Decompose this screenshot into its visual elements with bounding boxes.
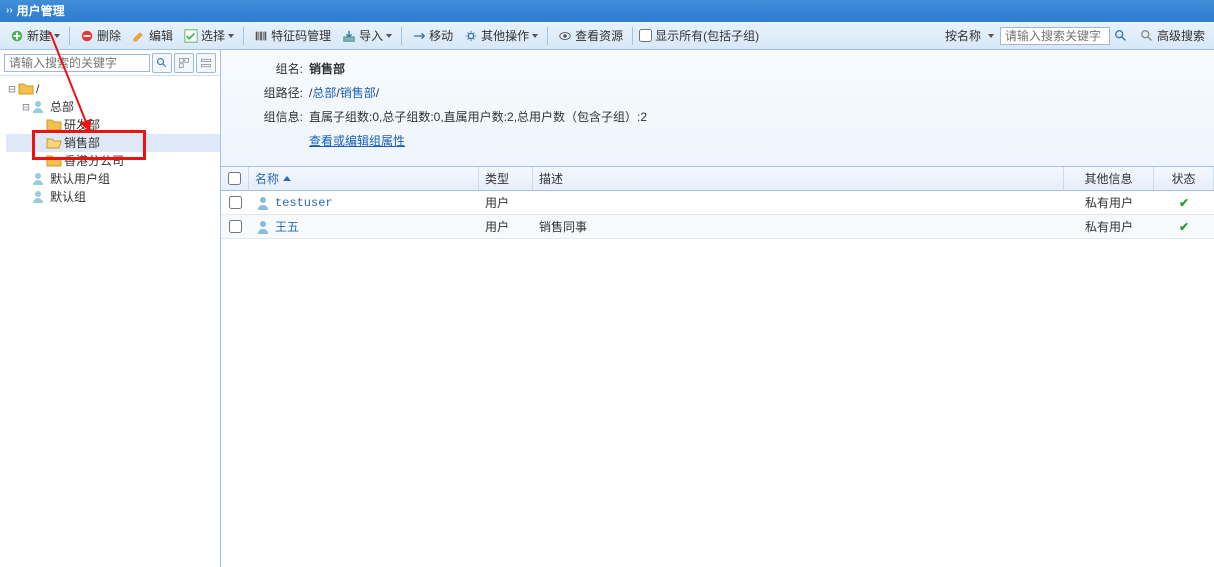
- content-panel: 组名: 销售部 组路径: /总部/销售部/ 组信息: 直属子组数:0,总子组数:…: [221, 50, 1214, 567]
- tree: ⊟ / ⊟ 总部 研发部 销售部 香港分公司: [0, 76, 220, 210]
- grid-header: 名称 类型 描述 其他信息 状态: [221, 167, 1214, 191]
- row-checkbox[interactable]: [221, 196, 249, 209]
- search-icon: [1139, 28, 1155, 44]
- tree-collapse-button[interactable]: [196, 53, 216, 73]
- cell-other: 私有用户: [1064, 218, 1154, 235]
- breadcrumb: /总部/销售部/: [309, 84, 379, 102]
- table-row[interactable]: 王五 用户销售同事私有用户 ✔: [221, 215, 1214, 239]
- cell-other: 私有用户: [1064, 194, 1154, 211]
- header-checkbox[interactable]: [221, 167, 249, 190]
- edit-button[interactable]: 编辑: [126, 25, 178, 46]
- delete-icon: [79, 28, 95, 44]
- user-grid: 名称 类型 描述 其他信息 状态 testuser用户私有用户✔王五用户销售同事…: [221, 166, 1214, 567]
- import-icon: [341, 28, 357, 44]
- folder-icon: [46, 117, 62, 133]
- delete-button[interactable]: 删除: [74, 25, 126, 46]
- show-all-label: 显示所有(包括子组): [655, 27, 759, 44]
- tree-expand-button[interactable]: [174, 53, 194, 73]
- row-checkbox[interactable]: [221, 220, 249, 233]
- import-button[interactable]: 导入: [336, 25, 397, 46]
- tree-node-default-group[interactable]: 默认组: [6, 188, 220, 206]
- edit-icon: [131, 28, 147, 44]
- folder-icon: [46, 153, 62, 169]
- user-icon: [255, 219, 271, 235]
- cell-desc: 销售同事: [533, 218, 1064, 235]
- sidebar-search: [0, 50, 220, 76]
- tree-node-hk[interactable]: 香港分公司: [6, 152, 220, 170]
- caret-down-icon[interactable]: [988, 34, 994, 38]
- edit-group-props-link[interactable]: 查看或编辑组属性: [309, 134, 405, 148]
- user-group-icon: [32, 171, 48, 187]
- caret-down-icon: [54, 34, 60, 38]
- tree-node-sales[interactable]: 销售部: [6, 134, 220, 152]
- cell-type: 用户: [479, 218, 533, 235]
- add-icon: [9, 28, 25, 44]
- user-link[interactable]: 王五: [275, 218, 299, 235]
- user-icon: [255, 195, 271, 211]
- show-all-checkbox[interactable]: [639, 29, 652, 42]
- tree-node-default-user[interactable]: 默认用户组: [6, 170, 220, 188]
- table-row[interactable]: testuser 用户 私有用户 ✔: [221, 191, 1214, 215]
- folder-open-icon: [46, 135, 62, 151]
- caret-down-icon: [532, 34, 538, 38]
- sort-asc-icon: [283, 176, 291, 181]
- group-name-value: 销售部: [309, 62, 345, 76]
- move-icon: [411, 28, 427, 44]
- barcode-icon: [253, 28, 269, 44]
- search-input[interactable]: [1000, 27, 1110, 45]
- cell-state: ✔: [1154, 220, 1214, 234]
- sidebar: ⊟ / ⊟ 总部 研发部 销售部 香港分公司: [0, 50, 221, 567]
- toolbar: 新建 删除 编辑 选择 特征码管理 导入 移动 其他操作 查看资源 显示所有(包…: [0, 22, 1214, 50]
- move-button[interactable]: 移动: [406, 25, 458, 46]
- titlebar: ›› 用户管理: [0, 0, 1214, 22]
- group-info-panel: 组名: 销售部 组路径: /总部/销售部/ 组信息: 直属子组数:0,总子组数:…: [221, 50, 1214, 166]
- other-ops-button[interactable]: 其他操作: [458, 25, 543, 46]
- group-path-label: 组路径:: [249, 84, 303, 102]
- search-by-label: 按名称: [945, 27, 981, 44]
- search-button[interactable]: [1110, 26, 1134, 46]
- cell-state: ✔: [1154, 196, 1214, 210]
- column-other[interactable]: 其他信息: [1064, 167, 1154, 190]
- tree-node-rd[interactable]: 研发部: [6, 116, 220, 134]
- column-desc[interactable]: 描述: [533, 167, 1064, 190]
- folder-icon: [18, 81, 34, 97]
- column-name[interactable]: 名称: [249, 167, 479, 190]
- user-group-icon: [32, 99, 48, 115]
- check-icon: [183, 28, 199, 44]
- caret-down-icon: [386, 34, 392, 38]
- breadcrumb-root[interactable]: 总部: [312, 86, 336, 100]
- group-info-value: 直属子组数:0,总子组数:0,直属用户数:2,总用户数（包含子组）:2: [309, 108, 647, 126]
- search-icon: [1113, 28, 1129, 44]
- gear-icon: [463, 28, 479, 44]
- chevron-right-icon: ››: [6, 0, 13, 22]
- tree-node-hq[interactable]: ⊟ 总部: [6, 98, 220, 116]
- cell-name: 王五: [249, 218, 479, 235]
- view-resource-button[interactable]: 查看资源: [552, 25, 628, 46]
- column-state[interactable]: 状态: [1154, 167, 1214, 190]
- breadcrumb-current[interactable]: 销售部: [340, 86, 376, 100]
- user-link[interactable]: testuser: [275, 196, 333, 210]
- tree-node-root[interactable]: ⊟ /: [6, 80, 220, 98]
- new-button[interactable]: 新建: [4, 25, 65, 46]
- window-title: 用户管理: [17, 0, 65, 22]
- feature-code-button[interactable]: 特征码管理: [248, 25, 336, 46]
- column-type[interactable]: 类型: [479, 167, 533, 190]
- advanced-search-button[interactable]: 高级搜索: [1134, 25, 1210, 46]
- status-ok-icon: ✔: [1179, 196, 1189, 210]
- status-ok-icon: ✔: [1179, 220, 1189, 234]
- eye-icon: [557, 28, 573, 44]
- user-group-icon: [32, 189, 48, 205]
- tree-search-button[interactable]: [152, 53, 172, 73]
- caret-down-icon: [228, 34, 234, 38]
- cell-name: testuser: [249, 195, 479, 211]
- cell-type: 用户: [479, 194, 533, 211]
- group-info-label: 组信息:: [249, 108, 303, 126]
- select-button[interactable]: 选择: [178, 25, 239, 46]
- group-name-label: 组名:: [249, 60, 303, 78]
- tree-search-input[interactable]: [4, 54, 150, 72]
